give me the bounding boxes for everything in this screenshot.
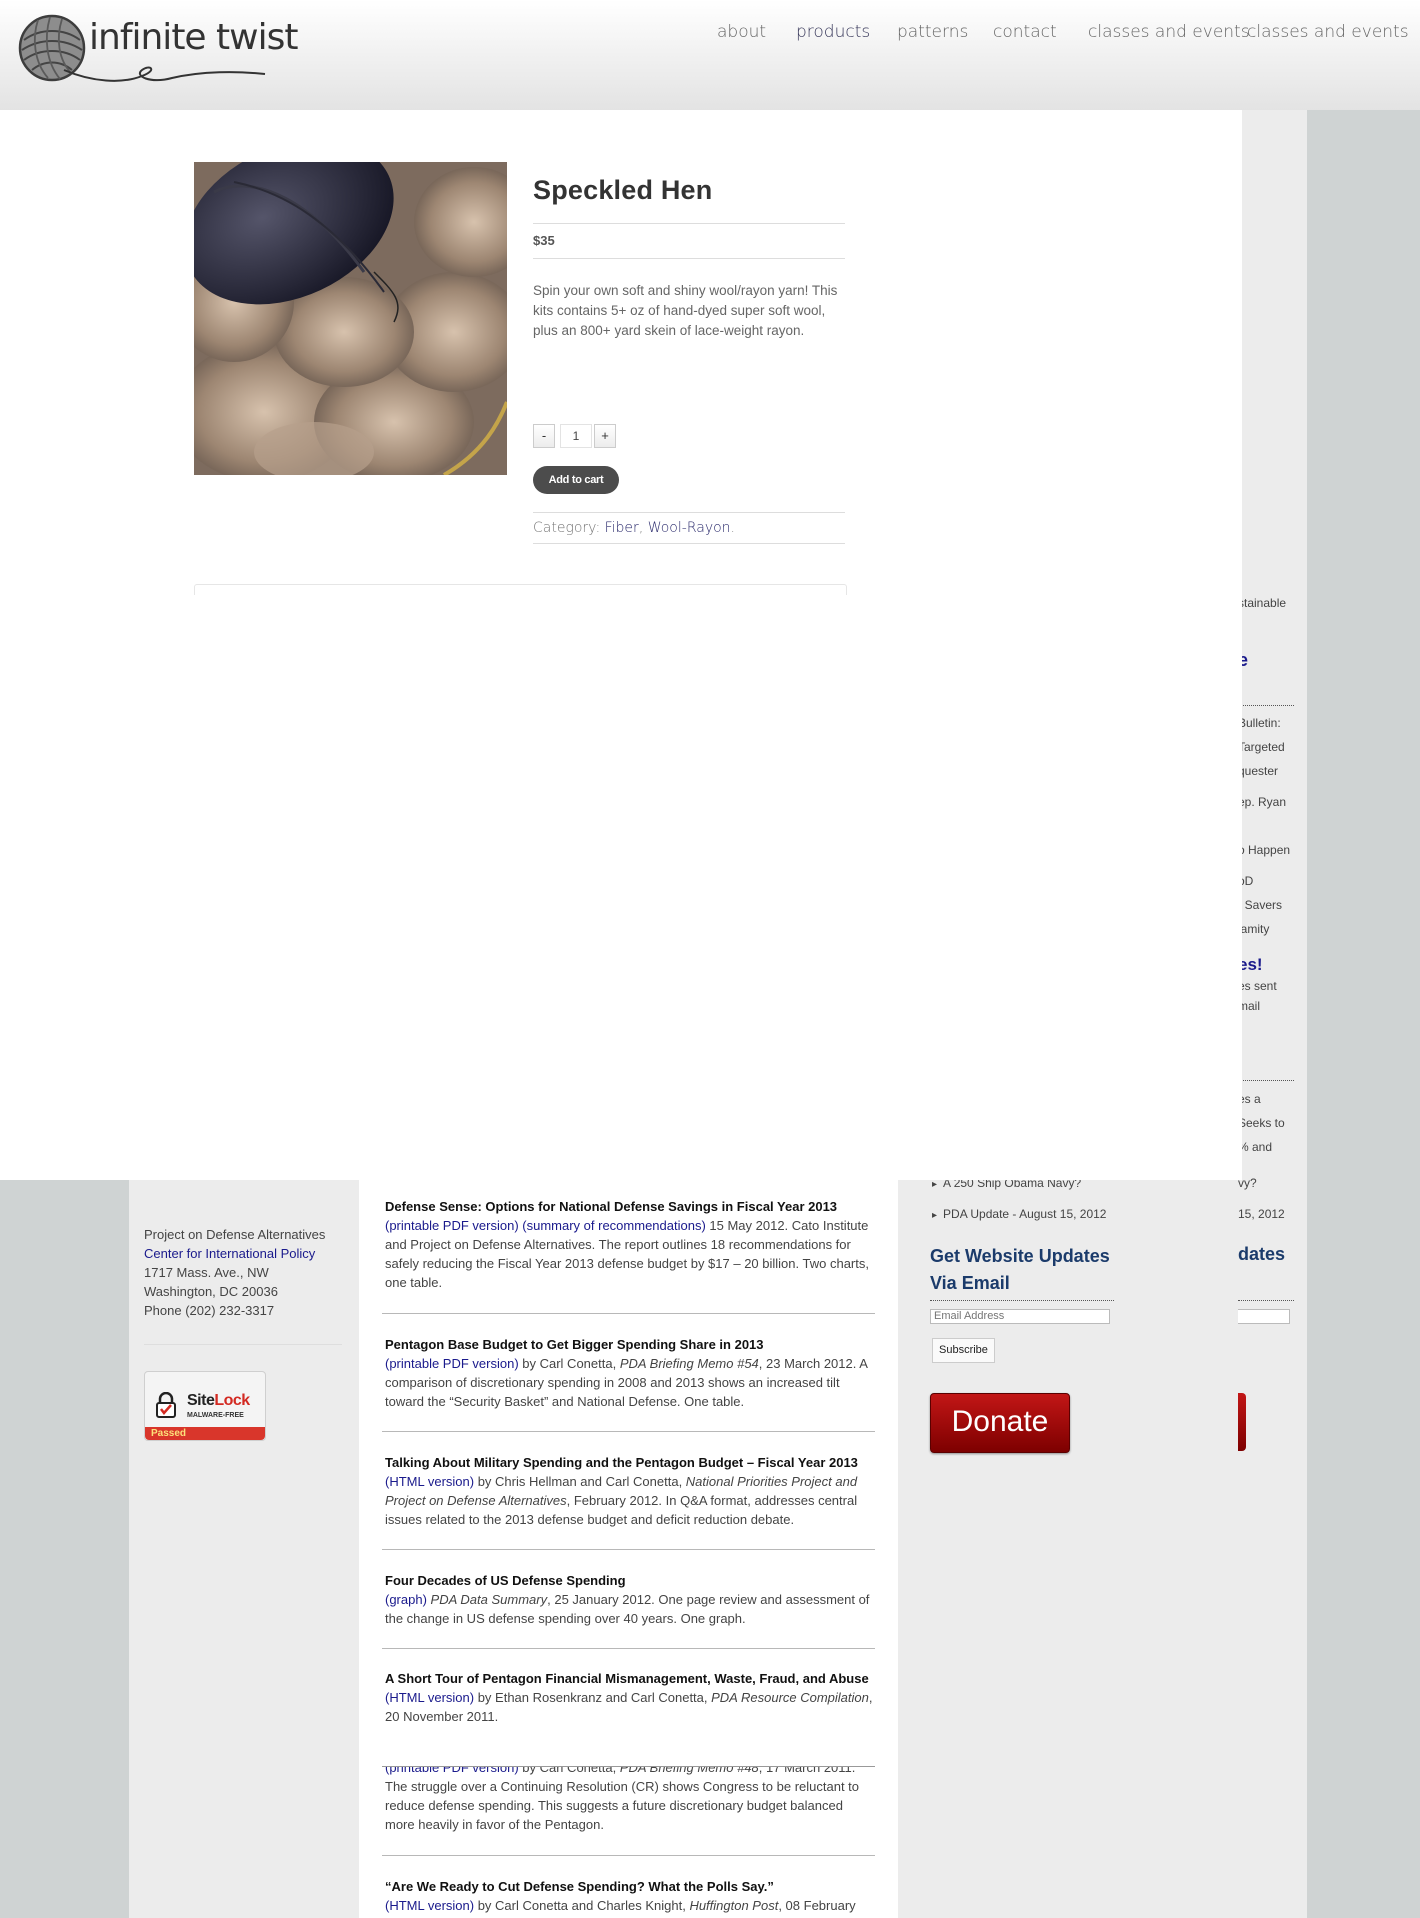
ghost-heading: dates bbox=[1238, 1244, 1286, 1264]
article-divider bbox=[382, 1855, 875, 1856]
article-2: Pentagon Base Budget to Get Bigger Spend… bbox=[385, 1335, 875, 1411]
article-link[interactable]: (printable PDF version) bbox=[385, 1356, 519, 1371]
article-divider bbox=[382, 1431, 875, 1432]
ghost-divider bbox=[1238, 1300, 1294, 1301]
nav-about[interactable]: about bbox=[717, 22, 766, 42]
article-title[interactable]: Talking About Military Spending and the … bbox=[385, 1453, 875, 1472]
article-source: PDA Briefing Memo #48 bbox=[619, 1767, 759, 1775]
article-link[interactable]: (HTML version) bbox=[385, 1898, 474, 1913]
article-title[interactable]: Four Decades of US Defense Spending bbox=[385, 1571, 875, 1590]
article-source: Huffington Post bbox=[689, 1898, 779, 1913]
ghost-text: t Savers bbox=[1238, 898, 1283, 912]
ghost-text: lamity bbox=[1238, 922, 1270, 936]
sitelock-status-bar: Passed bbox=[145, 1427, 265, 1440]
contact-divider bbox=[144, 1344, 342, 1345]
article-byline: by Carl Conetta, bbox=[518, 1356, 620, 1371]
quantity-plus-button[interactable]: + bbox=[594, 424, 616, 448]
sitelock-subtitle: MALWARE-FREE bbox=[187, 1412, 244, 1419]
sitelock-badge[interactable]: SiteLock MALWARE-FREE Passed bbox=[144, 1371, 266, 1441]
article-link[interactable]: (printable PDF version) bbox=[385, 1767, 519, 1775]
ghost-text: 15, 2012 bbox=[1238, 1207, 1285, 1221]
article-body: , 08 February bbox=[778, 1898, 856, 1913]
article-divider bbox=[382, 1766, 875, 1767]
ghost-text: Bulletin: bbox=[1238, 716, 1281, 730]
ghost-text: Targeted bbox=[1238, 740, 1285, 754]
article-5: A Short Tour of Pentagon Financial Misma… bbox=[385, 1669, 875, 1726]
article-byline: by Chris Hellman and Carl Conetta, bbox=[474, 1474, 686, 1489]
article-1: Defense Sense: Options for National Defe… bbox=[385, 1197, 875, 1292]
add-to-cart-button[interactable]: Add to cart bbox=[533, 466, 619, 494]
updates-heading: Get Website Updates Via Email bbox=[930, 1246, 1110, 1293]
sitelock-status: Passed bbox=[151, 1428, 187, 1439]
category-link-fiber[interactable]: Fiber bbox=[605, 520, 639, 536]
contact-phone: Phone (202) 232-3317 bbox=[144, 1303, 275, 1318]
ghost-text: stainable bbox=[1238, 596, 1287, 610]
ghost-text: Seeks to bbox=[1238, 1116, 1285, 1130]
article-divider bbox=[382, 1648, 875, 1649]
article-title[interactable]: A Short Tour of Pentagon Financial Misma… bbox=[385, 1669, 875, 1688]
article-7: “Are We Ready to Cut Defense Spending? W… bbox=[385, 1877, 875, 1915]
site-header: infinite twist about products patterns c… bbox=[0, 0, 1420, 110]
lock-icon bbox=[156, 1392, 176, 1418]
article-source: PDA Resource Compilation bbox=[711, 1690, 869, 1705]
article-title[interactable]: “Are We Ready to Cut Defense Spending? W… bbox=[385, 1877, 875, 1896]
article-title[interactable]: Pentagon Base Budget to Get Bigger Spend… bbox=[385, 1335, 875, 1354]
ghost-divider bbox=[1238, 1080, 1294, 1081]
category-link-wool-rayon[interactable]: Wool-Rayon bbox=[648, 520, 731, 536]
contact-address-1: 1717 Mass. Ave., NW bbox=[144, 1265, 269, 1280]
nav-patterns[interactable]: patterns bbox=[897, 22, 968, 42]
article-divider bbox=[382, 1549, 875, 1550]
nav-classes-and-events-duplicate[interactable]: classes and events bbox=[1247, 22, 1409, 42]
ghost-email-field bbox=[1238, 1309, 1290, 1324]
article-divider bbox=[382, 1313, 875, 1314]
article-link[interactable]: (HTML version) bbox=[385, 1474, 474, 1489]
article-body: , 17 March 2011. The struggle over a Con… bbox=[385, 1767, 860, 1832]
article-byline: by Carl Conetta and Charles Knight, bbox=[474, 1898, 690, 1913]
article-source: PDA Data Summary bbox=[430, 1592, 548, 1607]
article-3: Talking About Military Spending and the … bbox=[385, 1453, 875, 1529]
sidebar-post-link[interactable]: PDA Update - August 15, 2012 bbox=[932, 1207, 1106, 1221]
article-6: (printable PDF version) by Carl Conetta,… bbox=[385, 1767, 875, 1834]
ghost-text: % and bbox=[1238, 1140, 1273, 1154]
article-source: PDA Briefing Memo #54 bbox=[619, 1356, 759, 1371]
nav-products[interactable]: products bbox=[796, 22, 870, 42]
ghost-text: ep. Ryan bbox=[1238, 795, 1287, 809]
quantity-input[interactable]: 1 bbox=[560, 424, 592, 448]
nav-contact[interactable]: contact bbox=[993, 22, 1057, 42]
article-link[interactable]: (HTML version) bbox=[385, 1690, 474, 1705]
contact-org: Project on Defense Alternatives bbox=[144, 1227, 326, 1242]
contact-block: Project on Defense Alternatives Center f… bbox=[144, 1225, 344, 1320]
article-4: Four Decades of US Defense Spending (gra… bbox=[385, 1571, 875, 1628]
ghost-donate-edge bbox=[1238, 1393, 1246, 1451]
email-field[interactable] bbox=[930, 1309, 1110, 1324]
ghost-text: quester bbox=[1238, 764, 1279, 778]
article-byline: by Carl Conetta, bbox=[518, 1767, 620, 1775]
nav-classes-and-events[interactable]: classes and events bbox=[1088, 22, 1250, 42]
article-6-clip: (printable PDF version) by Carl Conetta,… bbox=[385, 1767, 875, 1877]
quantity-minus-button[interactable]: - bbox=[533, 424, 555, 448]
article-link[interactable]: (summary of recommendations) bbox=[522, 1218, 706, 1233]
sitelock-brand: SiteLock bbox=[187, 1392, 250, 1409]
contact-center-link[interactable]: Center for International Policy bbox=[144, 1246, 315, 1261]
article-byline: by Ethan Rosenkranz and Carl Conetta, bbox=[474, 1690, 712, 1705]
donate-button[interactable]: Donate bbox=[930, 1393, 1070, 1453]
ghost-divider bbox=[1238, 705, 1294, 706]
article-link[interactable]: (graph) bbox=[385, 1592, 427, 1607]
ghost-text: o Happen bbox=[1238, 843, 1291, 857]
logo-text[interactable]: infinite twist bbox=[89, 17, 298, 58]
updates-divider bbox=[930, 1300, 1114, 1301]
article-title[interactable]: Defense Sense: Options for National Defe… bbox=[385, 1197, 875, 1216]
product-page-area bbox=[0, 0, 1242, 1180]
ghost-text: es sent bbox=[1238, 979, 1277, 993]
subscribe-button[interactable]: Subscribe bbox=[932, 1338, 995, 1363]
article-link[interactable]: (printable PDF version) bbox=[385, 1218, 519, 1233]
yarn-swirl-icon bbox=[63, 66, 266, 82]
contact-address-2: Washington, DC 20036 bbox=[144, 1284, 278, 1299]
